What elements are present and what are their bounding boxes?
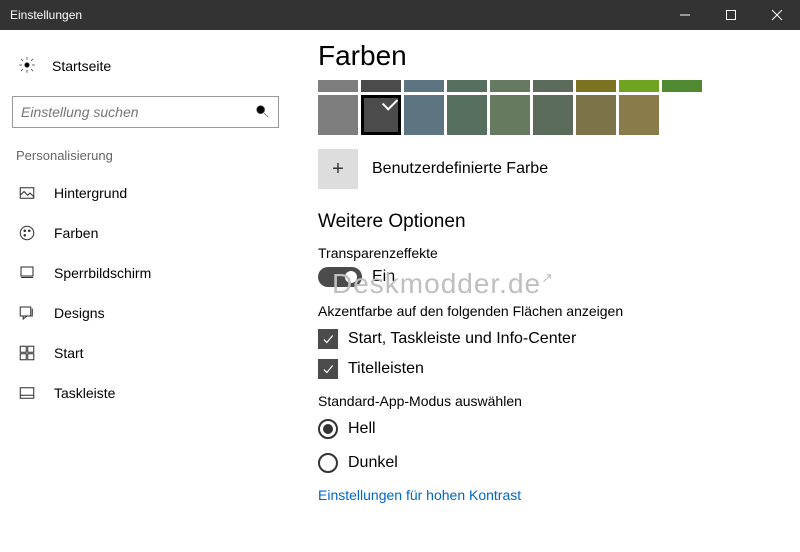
palette-icon (18, 224, 36, 242)
color-swatch-thin (662, 80, 702, 92)
color-swatch[interactable] (447, 95, 487, 135)
radio-icon (318, 419, 338, 439)
sidebar-home[interactable]: Startseite (12, 48, 279, 84)
close-icon (771, 9, 783, 21)
annotation-arrow (292, 360, 294, 390)
color-swatch[interactable] (576, 95, 616, 135)
sidebar-item-start[interactable]: Start (12, 333, 279, 373)
content-pane: Farben + Benutzerdefinierte Farbe Weiter… (292, 30, 800, 552)
maximize-button[interactable] (708, 0, 754, 30)
color-swatch[interactable] (619, 95, 659, 135)
color-swatch-thin (490, 80, 530, 92)
taskbar-icon (18, 384, 36, 402)
sidebar-item-sperrbildschirm[interactable]: Sperrbildschirm (12, 253, 279, 293)
sidebar-item-farben[interactable]: Farben (12, 213, 279, 253)
color-swatch-thin (404, 80, 444, 92)
sidebar-item-label: Start (54, 345, 84, 361)
sidebar-item-label: Sperrbildschirm (54, 265, 151, 281)
transparency-toggle[interactable] (318, 267, 362, 287)
color-swatch[interactable] (533, 95, 573, 135)
annotation-arrow (292, 445, 294, 485)
checkbox-icon (318, 329, 338, 349)
color-swatch-thin (533, 80, 573, 92)
color-swatch-thin (576, 80, 616, 92)
radio-icon (318, 453, 338, 473)
close-button[interactable] (754, 0, 800, 30)
sidebar-item-label: Designs (54, 305, 105, 321)
app-mode-group-label: Standard-App-Modus auswählen (318, 393, 800, 409)
app-mode-label: Hell (348, 420, 376, 438)
sidebar-section-label: Personalisierung (16, 148, 279, 163)
search-box[interactable] (12, 96, 279, 128)
color-swatch[interactable] (404, 95, 444, 135)
lockscreen-icon (18, 264, 36, 282)
picture-icon (18, 184, 36, 202)
minimize-icon (679, 9, 691, 21)
checkbox-icon (318, 359, 338, 379)
custom-color-label: Benutzerdefinierte Farbe (372, 160, 548, 178)
sidebar-home-label: Startseite (52, 58, 111, 74)
search-input[interactable] (21, 104, 254, 120)
color-swatches (318, 80, 738, 135)
annotation-arrow (292, 423, 294, 453)
sidebar-item-taskleiste[interactable]: Taskleiste (12, 373, 279, 413)
color-swatch-thin (361, 80, 401, 92)
color-swatch-thin (318, 80, 358, 92)
color-swatch[interactable] (490, 95, 530, 135)
accent-check-label: Start, Taskleiste und Info-Center (348, 330, 576, 348)
accent-check-start[interactable]: Start, Taskleiste und Info-Center (318, 329, 800, 349)
accent-check-label: Titelleisten (348, 360, 424, 378)
accent-group-label: Akzentfarbe auf den folgenden Flächen an… (318, 303, 800, 319)
high-contrast-link[interactable]: Einstellungen für hohen Kontrast (318, 487, 800, 503)
sidebar: Startseite Personalisierung Hintergrund … (0, 30, 292, 552)
window-titlebar: Einstellungen (0, 0, 800, 30)
sidebar-item-designs[interactable]: Designs (12, 293, 279, 333)
color-swatch-thin (619, 80, 659, 92)
accent-check-titlebars[interactable]: Titelleisten (318, 359, 800, 379)
start-icon (18, 344, 36, 362)
sidebar-item-label: Hintergrund (54, 185, 127, 201)
custom-color-button[interactable]: + (318, 149, 358, 189)
color-swatch[interactable] (361, 95, 401, 135)
gear-icon (18, 56, 36, 77)
app-mode-hell[interactable]: Hell (318, 419, 800, 439)
maximize-icon (725, 9, 737, 21)
more-options-heading: Weitere Optionen (318, 211, 800, 233)
transparency-state: Ein (372, 268, 395, 286)
themes-icon (18, 304, 36, 322)
color-swatch-thin (447, 80, 487, 92)
window-controls (662, 0, 800, 30)
app-mode-label: Dunkel (348, 454, 398, 472)
sidebar-item-hintergrund[interactable]: Hintergrund (12, 173, 279, 213)
window-title: Einstellungen (0, 8, 662, 22)
transparency-label: Transparenzeffekte (318, 245, 800, 261)
color-swatch[interactable] (318, 95, 358, 135)
search-icon (254, 103, 270, 122)
sidebar-item-label: Farben (54, 225, 98, 241)
minimize-button[interactable] (662, 0, 708, 30)
sidebar-item-label: Taskleiste (54, 385, 115, 401)
app-mode-dunkel[interactable]: Dunkel (318, 453, 800, 473)
annotation-arrow (292, 320, 294, 360)
page-title: Farben (318, 40, 800, 72)
